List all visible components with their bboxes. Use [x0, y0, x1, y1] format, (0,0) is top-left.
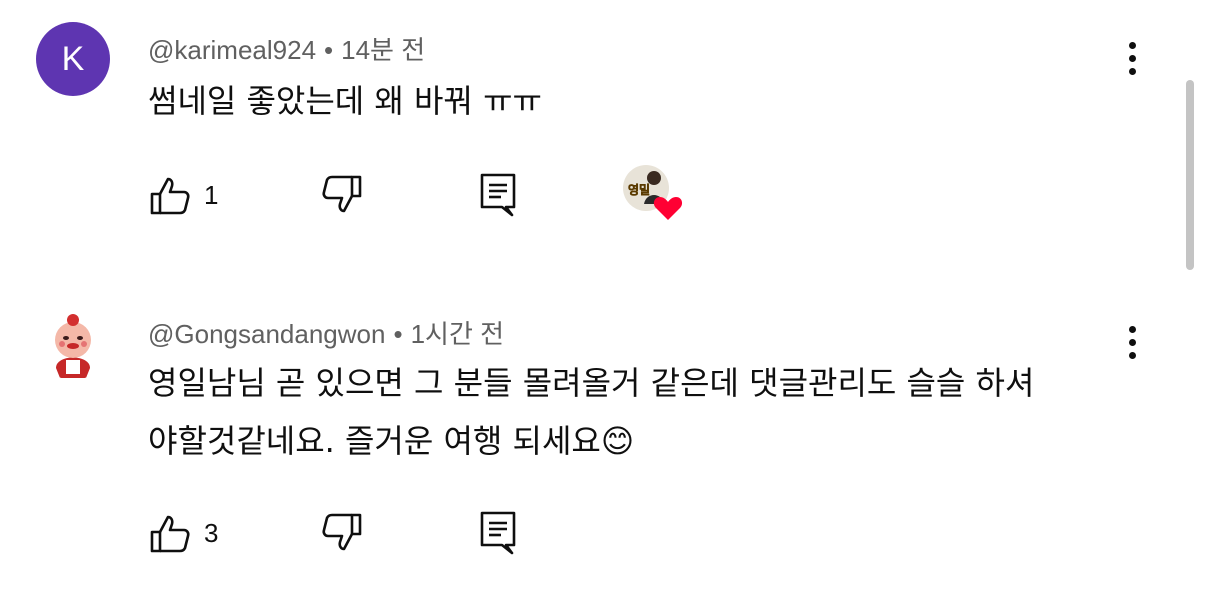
reply-icon	[480, 511, 516, 555]
thumbs-down-icon	[322, 513, 362, 551]
creator-badge-text: 영밀	[628, 182, 650, 197]
comment-text-line-2: 야할것같네요. 즐거운 여행 되세요😊	[148, 422, 635, 460]
smile-emoji-icon: 😊	[600, 422, 635, 460]
comment-actions: 3	[148, 508, 748, 558]
comment-meta: @Gongsandangwon • 1시간 전	[148, 314, 504, 351]
avatar[interactable]: K	[36, 22, 110, 96]
separator: •	[324, 35, 334, 65]
creator-heart-badge: 영밀	[622, 164, 686, 222]
like-count: 3	[204, 517, 219, 548]
comment-text: 썸네일 좋았는데 왜 바꿔 ㅠㅠ	[148, 72, 1128, 130]
more-vertical-icon	[1128, 325, 1136, 333]
dislike-button[interactable]	[320, 170, 364, 220]
more-vertical-icon	[1128, 41, 1136, 49]
more-options-button[interactable]	[1116, 36, 1148, 80]
scrollbar[interactable]	[1186, 80, 1194, 270]
reply-button[interactable]	[476, 170, 520, 220]
avatar-letter: K	[61, 39, 85, 78]
like-count: 1	[204, 179, 219, 210]
comment-actions: 1 영밀	[148, 165, 748, 220]
comment-text-line-1: 영일남님 곧 있으면 그 분들 몰려올거 같은데 댓글관리도 슬슬 하셔	[148, 364, 1035, 402]
author-name[interactable]: @Gongsandangwon	[148, 319, 385, 349]
like-button[interactable]: 3	[148, 508, 218, 558]
separator: •	[393, 319, 403, 349]
heart-icon	[653, 197, 683, 220]
author-name[interactable]: @karimeal924	[148, 35, 316, 65]
reply-button[interactable]	[476, 508, 520, 558]
comment-text: 영일남님 곧 있으면 그 분들 몰려올거 같은데 댓글관리도 슬슬 하셔 야할것…	[148, 354, 1128, 470]
timestamp[interactable]: 14분 전	[341, 35, 425, 65]
thumbs-down-icon	[322, 175, 362, 213]
dislike-button[interactable]	[320, 508, 364, 558]
thumbs-up-icon	[150, 177, 190, 215]
timestamp[interactable]: 1시간 전	[411, 319, 504, 349]
avatar[interactable]	[36, 306, 110, 380]
reply-icon	[480, 173, 516, 217]
comment-meta: @karimeal924 • 14분 전	[148, 30, 425, 67]
mascot-avatar-icon	[36, 306, 110, 380]
like-button[interactable]: 1	[148, 170, 218, 220]
comment-text-content: 썸네일 좋았는데 왜 바꿔 ㅠㅠ	[148, 82, 542, 120]
thumbs-up-icon	[150, 515, 190, 553]
more-options-button[interactable]	[1116, 320, 1148, 364]
